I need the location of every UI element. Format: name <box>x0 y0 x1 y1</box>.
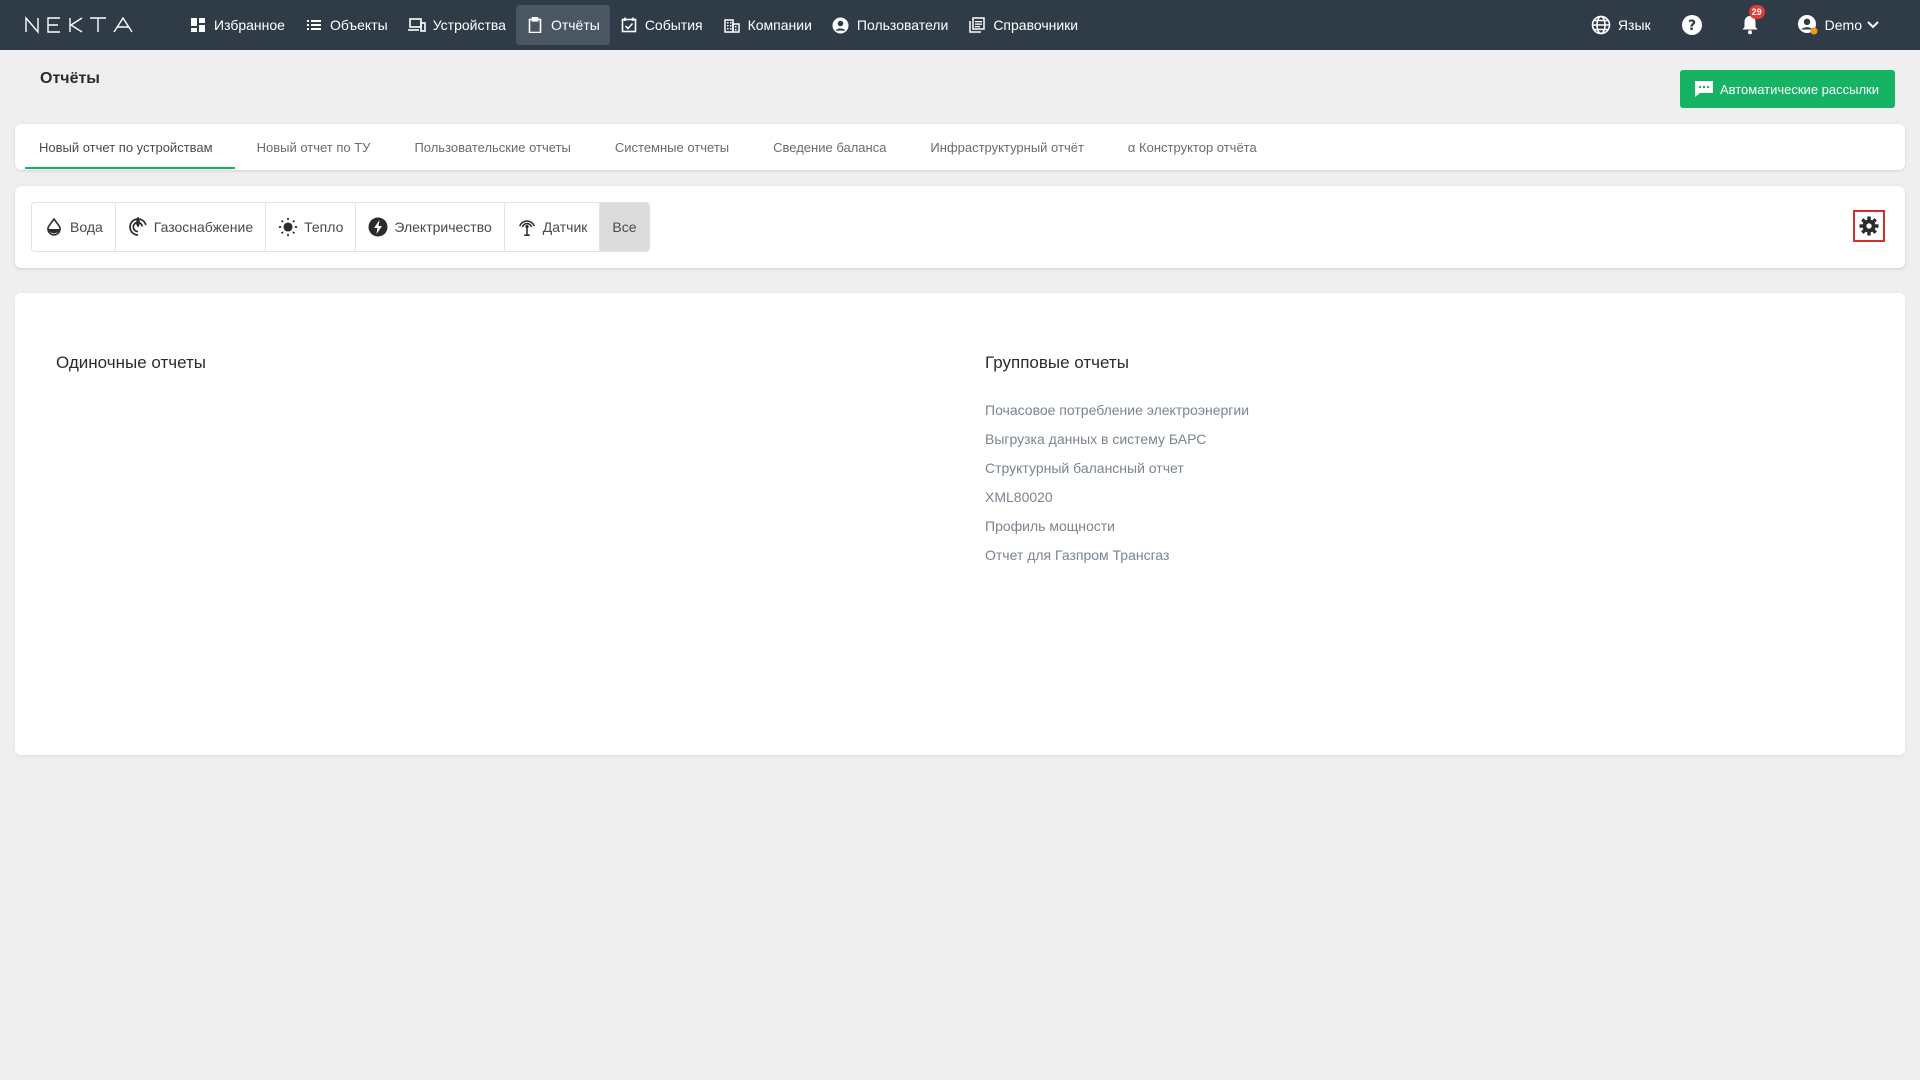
filter-water[interactable]: Вода <box>32 203 116 251</box>
nav-label: Объекты <box>329 17 388 33</box>
water-drop-icon <box>44 217 64 237</box>
nav-label: Устройства <box>432 17 506 33</box>
resource-filter-card: Вода Газоснабжение Тепло Электричество Д… <box>15 186 1905 268</box>
devices-icon <box>407 16 426 34</box>
tab-infrastructure-report[interactable]: Инфраструктурный отчёт <box>910 124 1108 170</box>
event-check-icon <box>620 16 638 34</box>
filter-label: Все <box>612 219 637 235</box>
antenna-icon <box>517 217 537 237</box>
gas-icon <box>128 217 148 237</box>
chevron-down-icon <box>1866 14 1880 36</box>
nav-label: Компании <box>747 17 812 33</box>
settings-button[interactable] <box>1853 210 1885 242</box>
tab-balance[interactable]: Сведение баланса <box>753 124 910 170</box>
group-report-link[interactable]: Профиль мощности <box>985 512 1249 541</box>
clipboard-icon <box>526 16 544 34</box>
dashboard-icon <box>189 16 207 34</box>
help-icon: ? <box>1681 14 1703 36</box>
nav-label: Избранное <box>214 17 285 33</box>
account-circle-icon <box>832 16 850 34</box>
user-menu[interactable]: Demo <box>1797 14 1880 36</box>
language-label: Язык <box>1617 17 1651 33</box>
filter-label: Вода <box>70 219 103 235</box>
nav-label: Пользователи <box>856 17 949 33</box>
help-button[interactable]: ? <box>1681 14 1709 36</box>
lightning-icon <box>368 217 388 237</box>
filter-label: Газоснабжение <box>153 219 254 235</box>
user-label: Demo <box>1824 17 1862 33</box>
nav-label: Отчёты <box>550 17 600 33</box>
notification-count-badge: 29 <box>1748 5 1765 19</box>
auto-mailing-label: Автоматические рассылки <box>1719 81 1879 97</box>
nav-item-events[interactable]: События <box>610 5 713 45</box>
single-reports-title: Одиночные отчеты <box>56 353 206 372</box>
nav-item-reports[interactable]: Отчёты <box>515 5 610 45</box>
tab-user-reports[interactable]: Пользовательские отчеты <box>394 124 594 170</box>
filter-all[interactable]: Все <box>600 203 649 251</box>
nav-item-favorites[interactable]: Избранное <box>179 5 295 45</box>
group-reports-title: Групповые отчеты <box>985 353 1129 372</box>
nav-label: События <box>644 17 703 33</box>
page-title: Отчёты <box>40 70 100 87</box>
filter-electricity[interactable]: Электричество <box>356 203 505 251</box>
group-report-link[interactable]: Почасовое потребление электроэнергии <box>985 396 1249 425</box>
nav-label: Справочники <box>993 17 1079 33</box>
filter-label: Датчик <box>542 219 588 235</box>
group-reports-list: Почасовое потребление электроэнергии Выг… <box>985 396 1249 570</box>
nav-right-controls: Язык ? 29 Demo <box>1560 0 1880 50</box>
nav-item-devices[interactable]: Устройства <box>398 5 516 45</box>
message-icon <box>1694 80 1714 98</box>
top-navbar: Избранное Объекты Устройства Отчёты Собы… <box>0 0 1920 50</box>
nekta-logo[interactable] <box>24 14 146 36</box>
main-nav: Избранное Объекты Устройства Отчёты Собы… <box>179 0 1088 50</box>
reports-card: Одиночные отчеты Групповые отчеты Почасо… <box>15 293 1905 755</box>
group-report-link[interactable]: Структурный балансный отчет <box>985 454 1249 483</box>
page-container: Отчёты Автоматические рассылки Новый отч… <box>0 50 1920 1080</box>
filter-gas[interactable]: Газоснабжение <box>115 203 267 251</box>
language-selector[interactable]: Язык <box>1590 14 1651 36</box>
library-books-icon <box>968 16 986 34</box>
group-report-link[interactable]: XML80020 <box>985 483 1249 512</box>
group-report-link[interactable]: Отчет для Газпром Трансгаз <box>985 541 1249 570</box>
filter-sensor[interactable]: Датчик <box>504 203 601 251</box>
filter-heat[interactable]: Тепло <box>266 203 357 251</box>
gear-icon <box>1859 216 1879 236</box>
globe-icon <box>1590 14 1612 36</box>
building-icon <box>723 16 741 34</box>
tab-report-builder[interactable]: α Конструктор отчёта <box>1108 124 1281 170</box>
resource-type-filter: Вода Газоснабжение Тепло Электричество Д… <box>31 202 650 252</box>
group-report-link[interactable]: Выгрузка данных в систему БАРС <box>985 425 1249 454</box>
auto-mailing-button[interactable]: Автоматические рассылки <box>1679 70 1895 108</box>
filter-label: Тепло <box>304 219 344 235</box>
svg-text:?: ? <box>1688 18 1696 34</box>
nav-item-objects[interactable]: Объекты <box>295 5 398 45</box>
filter-label: Электричество <box>394 219 492 235</box>
tab-tu-report[interactable]: Новый отчет по ТУ <box>237 124 395 170</box>
sun-icon <box>278 217 298 237</box>
user-avatar-icon <box>1797 14 1819 36</box>
tab-device-report[interactable]: Новый отчет по устройствам <box>19 124 237 170</box>
report-tabs: Новый отчет по устройствам Новый отчет п… <box>15 124 1905 170</box>
list-icon <box>305 16 323 34</box>
nav-item-users[interactable]: Пользователи <box>822 5 958 45</box>
notifications-button[interactable]: 29 <box>1739 5 1767 36</box>
nav-item-directories[interactable]: Справочники <box>958 5 1088 45</box>
tab-system-reports[interactable]: Системные отчеты <box>595 124 753 170</box>
nav-item-companies[interactable]: Компании <box>713 5 822 45</box>
